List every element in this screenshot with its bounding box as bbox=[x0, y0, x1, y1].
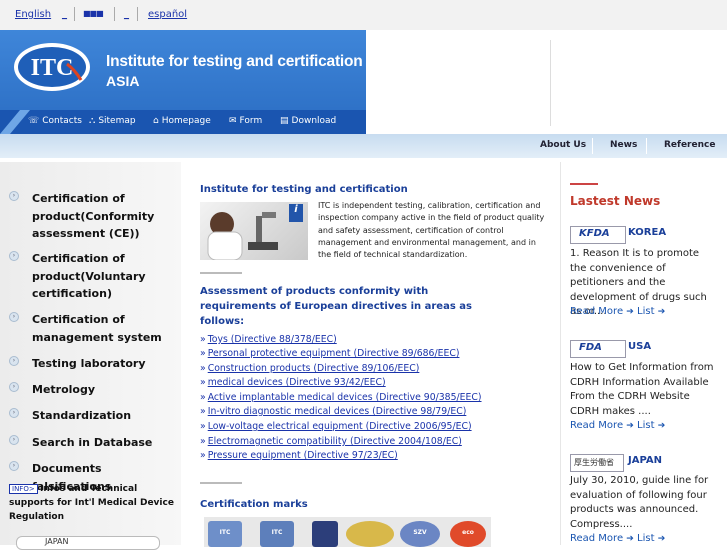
directive-link-pressure[interactable]: » Pressure equipment (Directive 97/23/EC) bbox=[200, 450, 398, 461]
mail-icon: ✉ bbox=[229, 116, 237, 126]
arrow-icon: › bbox=[9, 312, 19, 322]
arrow-icon: › bbox=[9, 191, 19, 201]
mhlw-logo: 厚生労働省 bbox=[570, 454, 624, 472]
fda-logo: FDA bbox=[570, 340, 626, 358]
site-subtitle: ASIA bbox=[106, 73, 140, 89]
nav-form[interactable]: ✉ Form bbox=[229, 116, 262, 126]
divider bbox=[646, 138, 647, 154]
kfda-logo: KFDA bbox=[570, 226, 626, 244]
info-icon: i bbox=[289, 204, 303, 222]
site-title: Institute for testing and certification bbox=[106, 53, 363, 70]
nav-contacts[interactable]: ☏ Contacts bbox=[28, 116, 82, 126]
directive-link-toys[interactable]: » Toys (Directive 88/378/EEC) bbox=[200, 334, 337, 345]
divider bbox=[592, 138, 593, 154]
infos-link-continued[interactable]: supports for Int'l Medical Device Regula… bbox=[9, 497, 179, 524]
directive-link-low-voltage[interactable]: » Low-voltage electrical equipment (Direc… bbox=[200, 421, 472, 432]
lang-separator: _ bbox=[62, 9, 67, 20]
read-more-link[interactable]: Read More ➔ List ➔ bbox=[570, 420, 665, 431]
news-country-korea: KOREA bbox=[628, 227, 667, 238]
itc-mark-1: ITC bbox=[208, 521, 242, 547]
japan-button[interactable]: JAPAN bbox=[16, 536, 160, 550]
sitemap-icon: ⛬ bbox=[89, 116, 96, 126]
nav-download[interactable]: ▤ Download bbox=[280, 116, 336, 126]
arrow-icon: › bbox=[9, 356, 19, 366]
read-more-link[interactable]: Read More ➔ List ➔ bbox=[570, 306, 665, 317]
nav-sitemap[interactable]: ⛬ Sitemap bbox=[89, 116, 136, 126]
quality-seal-mark bbox=[346, 521, 394, 547]
main-title: Institute for testing and certification bbox=[200, 184, 408, 195]
eco-mark: eco bbox=[450, 521, 486, 547]
home-icon: ⌂ bbox=[153, 116, 159, 126]
header-right-panel bbox=[366, 30, 727, 134]
directive-link-medical-devices[interactable]: » medical devices (Directive 93/42/EEC) bbox=[200, 377, 386, 388]
itc-logo[interactable]: ITC bbox=[12, 40, 92, 94]
arrow-icon: › bbox=[9, 461, 19, 471]
language-bar: English _ ■■■ _ español bbox=[0, 0, 727, 31]
svg-text:ITC: ITC bbox=[31, 55, 74, 81]
divider bbox=[137, 7, 138, 21]
news-country-usa: USA bbox=[628, 341, 652, 352]
nav-about-us[interactable]: About Us bbox=[540, 140, 586, 150]
divider bbox=[200, 272, 242, 274]
lang-chinese-link[interactable]: ■■■ bbox=[83, 9, 104, 18]
download-icon: ▤ bbox=[280, 116, 289, 126]
nav-strip-swoosh bbox=[0, 110, 30, 134]
arrow-icon: › bbox=[9, 382, 19, 392]
lang-separator: _ bbox=[124, 9, 129, 20]
itc-mark-2: ITC bbox=[260, 521, 294, 547]
nav-homepage[interactable]: ⌂ Homepage bbox=[153, 116, 211, 126]
lang-english-link[interactable]: English bbox=[15, 9, 51, 20]
institution-mark bbox=[312, 521, 338, 547]
directive-link-in-vitro[interactable]: » In-vitro diagnostic medical devices (Di… bbox=[200, 406, 466, 417]
directive-link-construction[interactable]: » Construction products (Directive 89/106… bbox=[200, 363, 419, 374]
nav-news[interactable]: News bbox=[610, 140, 637, 150]
latest-news-heading: Lastest News bbox=[570, 194, 661, 208]
divider bbox=[570, 183, 598, 185]
news-text: July 30, 2010, guide line for evaluation… bbox=[570, 475, 709, 530]
nav-reference[interactable]: Reference bbox=[664, 140, 715, 150]
divider bbox=[200, 482, 242, 484]
lang-espanol-link[interactable]: español bbox=[148, 9, 187, 20]
main-description: ITC is independent testing, calibration,… bbox=[318, 201, 545, 260]
phone-icon: ☏ bbox=[28, 116, 40, 126]
directive-link-ppe[interactable]: » Personal protective equipment (Directiv… bbox=[200, 348, 459, 359]
arrow-icon: › bbox=[9, 435, 19, 445]
read-more-link[interactable]: Read More ➔ List ➔ bbox=[570, 533, 665, 544]
divider bbox=[74, 7, 75, 21]
assessment-heading: Assessment of products conformity with r… bbox=[200, 286, 472, 327]
divider bbox=[114, 7, 115, 21]
directive-link-emc[interactable]: » Electromagnetic compatibility (Directiv… bbox=[200, 436, 462, 447]
certification-marks-heading: Certification marks bbox=[200, 499, 308, 510]
arrow-icon: › bbox=[9, 408, 19, 418]
news-text: How to Get Information from CDRH Informa… bbox=[570, 362, 714, 417]
info-badge-icon[interactable]: INFO> bbox=[9, 484, 38, 494]
directive-link-active-implantable[interactable]: » Active implantable medical devices (Dir… bbox=[200, 392, 482, 403]
infos-link[interactable]: Infos and Technical bbox=[40, 483, 180, 497]
news-country-japan: JAPAN bbox=[628, 455, 662, 466]
szv-mark: SZV bbox=[400, 521, 440, 547]
arrow-icon: › bbox=[9, 251, 19, 261]
